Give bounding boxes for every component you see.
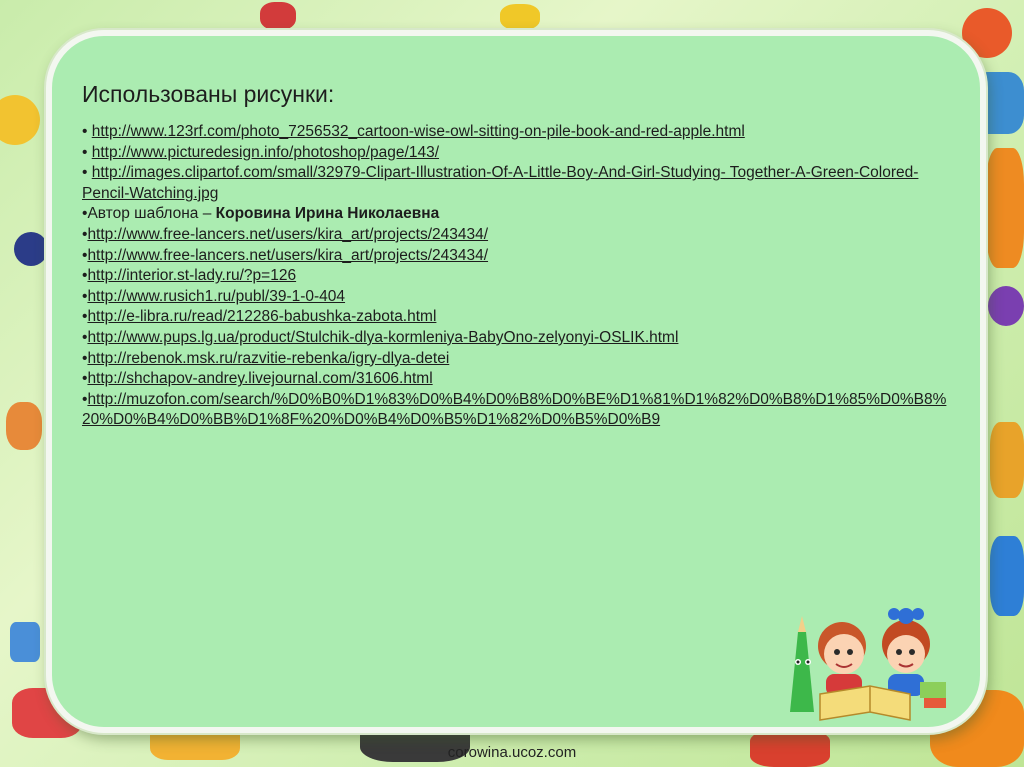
source-link[interactable]: http://www.rusich1.ru/publ/39-1-0-404 <box>87 288 345 305</box>
list-item: •http://www.pups.lg.ua/product/Stulchik-… <box>82 328 954 349</box>
list-item: • http://images.clipartof.com/small/3297… <box>82 163 954 204</box>
author-line: •Автор шаблона – Коровина Ирина Николаев… <box>82 204 954 225</box>
source-link[interactable]: http://www.picturedesign.info/photoshop/… <box>92 144 439 161</box>
list-item: •http://shchapov-andrey.livejournal.com/… <box>82 369 954 390</box>
bullet: • <box>82 143 92 161</box>
kids-illustration <box>790 608 946 721</box>
source-link[interactable]: http://shchapov-andrey.livejournal.com/3… <box>87 370 432 387</box>
list-item: •http://www.free-lancers.net/users/kira_… <box>82 225 954 246</box>
source-link[interactable]: http://interior.st-lady.ru/?p=126 <box>87 267 296 284</box>
list-item: •http://www.rusich1.ru/publ/39-1-0-404 <box>82 287 954 308</box>
list-item: • http://www.picturedesign.info/photosho… <box>82 143 954 164</box>
book-icon <box>819 685 911 721</box>
footer-site: corowina.ucoz.com <box>447 744 577 761</box>
list-item: •http://rebenok.msk.ru/razvitie-rebenka/… <box>82 349 954 370</box>
author-name: Коровина Ирина Николаевна <box>215 205 440 223</box>
source-link[interactable]: http://www.pups.lg.ua/product/Stulchik-d… <box>87 329 678 346</box>
bullet: • <box>82 164 92 182</box>
list-item: • http://www.123rf.com/photo_7256532_car… <box>82 122 954 143</box>
pencil-icon <box>790 632 814 712</box>
source-link[interactable]: http://rebenok.msk.ru/razvitie-rebenka/i… <box>87 350 449 367</box>
slide-content: Использованы рисунки: • http://www.123rf… <box>82 80 954 431</box>
source-link[interactable]: http://muzofon.com/search/%D0%B0%D1%83%D… <box>82 391 946 429</box>
slide-heading: Использованы рисунки: <box>82 81 335 107</box>
source-link[interactable]: http://www.free-lancers.net/users/kira_a… <box>87 247 488 264</box>
list-item: •http://muzofon.com/search/%D0%B0%D1%83%… <box>82 390 954 431</box>
source-link[interactable]: http://www.123rf.com/photo_7256532_carto… <box>92 123 745 140</box>
bullet: • <box>82 123 92 140</box>
list-item: •http://www.free-lancers.net/users/kira_… <box>82 246 954 267</box>
source-link[interactable]: http://e-libra.ru/read/212286-babushka-z… <box>87 308 436 325</box>
source-link[interactable]: http://www.free-lancers.net/users/kira_a… <box>87 226 488 243</box>
source-link[interactable]: http://images.clipartof.com/small/32979-… <box>82 164 918 202</box>
list-item: •http://e-libra.ru/read/212286-babushka-… <box>82 307 954 328</box>
list-item: •http://interior.st-lady.ru/?p=126 <box>82 266 954 287</box>
author-label: Автор шаблона – <box>87 205 216 223</box>
